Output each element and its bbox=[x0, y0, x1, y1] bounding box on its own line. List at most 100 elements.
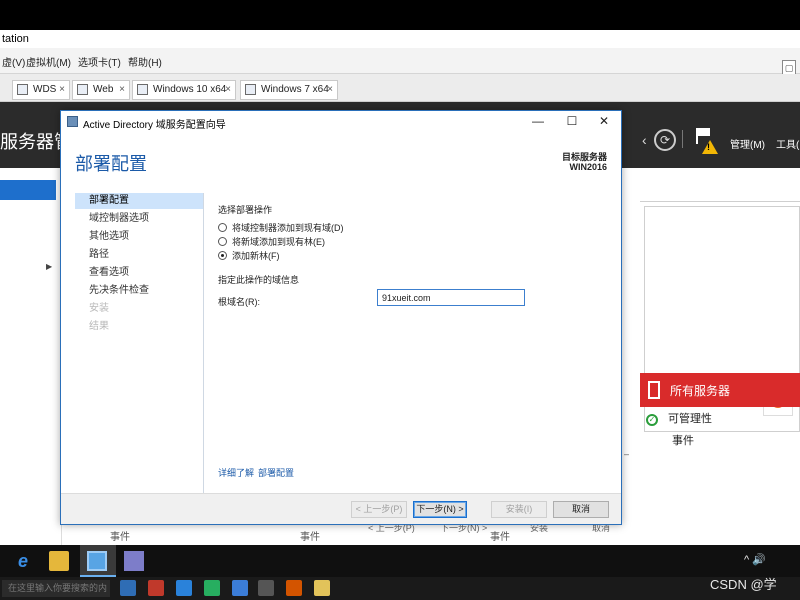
host-menu-help[interactable]: 帮助(H) bbox=[128, 54, 162, 69]
dialog-title: Active Directory 域服务配置向导 bbox=[83, 120, 226, 131]
install-button: 安装(I) bbox=[491, 501, 547, 518]
learn-more-text: 详细了解 bbox=[218, 468, 255, 478]
host-tab-win7[interactable]: Windows 7 x64 × bbox=[240, 80, 338, 100]
step-dc-options[interactable]: 域控制器选项 bbox=[75, 211, 203, 227]
close-icon[interactable]: ✕ bbox=[595, 113, 613, 129]
vmware-icon[interactable] bbox=[258, 580, 274, 596]
step-review-options[interactable]: 查看选项 bbox=[75, 265, 203, 281]
server-manager-content: – bbox=[624, 168, 800, 545]
expand-arrow-icon[interactable]: ▶ bbox=[46, 262, 52, 271]
host-app-icon[interactable] bbox=[120, 580, 136, 596]
edge-icon[interactable] bbox=[176, 580, 192, 596]
warning-mark: ! bbox=[707, 142, 710, 152]
host-app-icon[interactable] bbox=[232, 580, 248, 596]
cancel-button[interactable]: 取消 bbox=[553, 501, 609, 518]
host-app-icon[interactable] bbox=[286, 580, 302, 596]
root-domain-label: 根域名(R): bbox=[218, 297, 260, 307]
radio-button[interactable] bbox=[218, 237, 227, 246]
host-tab-wds[interactable]: WDS × bbox=[12, 80, 70, 100]
server-manager-toolbar: ‹ ⟳ ! 管理(M) 工具( bbox=[640, 128, 800, 158]
target-server-value: WIN2016 bbox=[569, 162, 607, 172]
all-servers-tile[interactable]: 所有服务器 bbox=[640, 373, 800, 407]
all-servers-label: 所有服务器 bbox=[670, 384, 731, 398]
host-app-icon[interactable] bbox=[314, 580, 330, 596]
learn-more-link[interactable]: 详细了解 部署配置 bbox=[218, 466, 298, 479]
vm-icon bbox=[137, 84, 148, 95]
background-tiles-row: 事件 事件 事件 bbox=[62, 522, 640, 545]
chevron-icon[interactable]: ‹ bbox=[642, 132, 647, 148]
tile-events-1: 事件 bbox=[110, 532, 130, 543]
learn-more-target: 部署配置 bbox=[258, 468, 295, 478]
server-icon bbox=[648, 381, 660, 399]
host-tab-web[interactable]: Web × bbox=[72, 80, 130, 100]
minimize-icon[interactable]: — bbox=[529, 113, 547, 129]
radio-add-dc-existing-domain[interactable]: 将域控制器添加到现有域(D) bbox=[218, 221, 344, 234]
warning-icon bbox=[702, 140, 718, 154]
step-additional-options[interactable]: 其他选项 bbox=[75, 229, 203, 245]
dialog-titlebar: Active Directory 域服务配置向导 — ☐ ✕ bbox=[61, 111, 621, 133]
file-explorer-icon[interactable] bbox=[49, 551, 69, 571]
next-button[interactable]: 下一步(N) > bbox=[413, 501, 467, 518]
host-menu-tabs[interactable]: 选项卡(T) bbox=[78, 54, 121, 69]
host-tab-label: Web bbox=[93, 84, 114, 95]
host-tabbar: WDS × Web × Windows 10 x64 × Windows 7 x… bbox=[0, 74, 800, 102]
events-row[interactable]: 事件 bbox=[672, 432, 694, 448]
vm-icon bbox=[77, 84, 88, 95]
check-circle-icon: ✓ bbox=[646, 414, 658, 426]
host-search-box[interactable]: 在这里输入你要搜索的内容 bbox=[2, 580, 110, 597]
wizard-app-icon bbox=[67, 116, 78, 127]
wizard-content: 选择部署操作 将域控制器添加到现有域(D) 将新域添加到现有林(E) 添加新林(… bbox=[218, 201, 608, 481]
server-manager-taskbar-icon[interactable] bbox=[87, 551, 107, 571]
radio-add-new-forest[interactable]: 添加新林(F) bbox=[218, 249, 280, 262]
select-operation-title: 选择部署操作 bbox=[218, 205, 273, 215]
dialog-header: 部署配置 目标服务器 WIN2016 bbox=[61, 133, 621, 189]
host-titlebar: tation bbox=[0, 30, 800, 48]
menu-manage[interactable]: 管理(M) bbox=[730, 136, 765, 151]
host-tab-label: Windows 7 x64 bbox=[261, 84, 329, 95]
host-tab-win10[interactable]: Windows 10 x64 × bbox=[132, 80, 236, 100]
host-tab-label: WDS bbox=[33, 84, 57, 95]
close-icon[interactable]: × bbox=[327, 81, 333, 99]
step-deployment-config[interactable]: 部署配置 bbox=[75, 193, 203, 209]
step-prereq-check[interactable]: 先决条件检查 bbox=[75, 283, 203, 299]
toolbar-divider bbox=[682, 130, 683, 148]
radio-add-domain-existing-forest[interactable]: 将新域添加到现有林(E) bbox=[218, 235, 325, 248]
root-domain-input[interactable] bbox=[377, 289, 525, 306]
nav-divider bbox=[203, 193, 204, 493]
maximize-icon[interactable]: ☐ bbox=[563, 113, 581, 129]
host-taskbar: 在这里输入你要搜索的内容 bbox=[0, 577, 800, 600]
step-paths[interactable]: 路径 bbox=[75, 247, 203, 263]
nav-selected-item[interactable] bbox=[0, 180, 56, 200]
manageability-label: 可管理性 bbox=[668, 413, 712, 425]
step-results: 结果 bbox=[89, 321, 109, 332]
vm-icon bbox=[245, 84, 256, 95]
manageability-row[interactable]: ✓ 可管理性 bbox=[646, 410, 712, 426]
internet-explorer-icon[interactable]: e bbox=[13, 551, 33, 571]
host-app-icon[interactable] bbox=[204, 580, 220, 596]
host-menu-vm[interactable]: 虚拟机(M) bbox=[26, 54, 71, 69]
refresh-icon[interactable]: ⟳ bbox=[654, 129, 676, 151]
host-tab-label: Windows 10 x64 bbox=[153, 84, 227, 95]
server-manager-nav: ▶ bbox=[0, 168, 62, 545]
host-title-text: tation bbox=[2, 33, 29, 45]
close-icon[interactable]: × bbox=[59, 81, 65, 99]
wizard-steps-nav: 部署配置 域控制器选项 其他选项 路径 查看选项 先决条件检查 安装 结果 bbox=[75, 193, 203, 493]
host-app-icon[interactable] bbox=[148, 580, 164, 596]
radio-label: 将域控制器添加到现有域(D) bbox=[232, 223, 344, 233]
wizard-taskbar-icon[interactable] bbox=[124, 551, 144, 571]
dialog-footer: < 上一步(P) 下一步(N) > 安装(I) 取消 bbox=[61, 493, 621, 524]
guest-taskbar: e ^ 🔊 bbox=[0, 545, 800, 577]
ad-ds-config-wizard: Active Directory 域服务配置向导 — ☐ ✕ 部署配置 目标服务… bbox=[60, 110, 622, 525]
tile-events-3: 事件 bbox=[490, 532, 510, 543]
radio-button-selected[interactable] bbox=[218, 251, 227, 260]
close-icon[interactable]: × bbox=[119, 81, 125, 99]
close-icon[interactable]: × bbox=[225, 81, 231, 99]
system-tray[interactable]: ^ 🔊 bbox=[744, 553, 766, 566]
radio-label: 将新域添加到现有林(E) bbox=[232, 237, 325, 247]
radio-button[interactable] bbox=[218, 223, 227, 232]
tile-events-2: 事件 bbox=[300, 532, 320, 543]
collapse-icon[interactable]: – bbox=[624, 449, 629, 459]
step-install: 安装 bbox=[89, 303, 109, 314]
menu-tools[interactable]: 工具( bbox=[776, 136, 799, 151]
host-menu-view[interactable]: 虚(V) bbox=[2, 54, 25, 69]
